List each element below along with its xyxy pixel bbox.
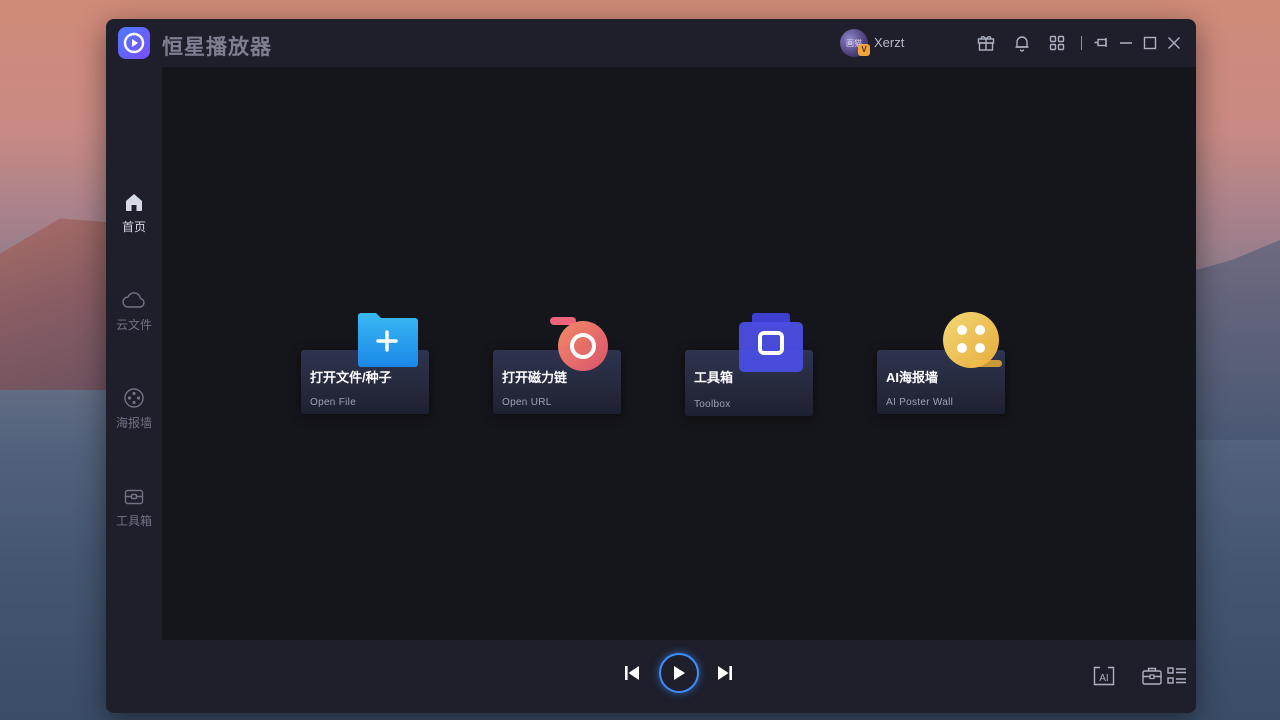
film-reel-icon [943, 312, 1002, 368]
sidebar-item-label: 工具箱 [115, 514, 152, 528]
home-icon [126, 194, 142, 211]
toolbox-icon[interactable] [1141, 665, 1163, 687]
username[interactable]: Xerzt [874, 35, 904, 50]
card-title: 打开文件/种子 [310, 370, 392, 385]
ai-label: AI [1099, 673, 1108, 684]
sidebar-item-label: 海报墙 [115, 416, 152, 430]
sidebar-item-label: 云文件 [115, 318, 152, 332]
card-subtitle: Open File [310, 397, 357, 408]
sidebar-item-toolbox[interactable]: 工具箱 [106, 485, 162, 545]
toolbox-icon [739, 313, 803, 372]
cloud-icon [122, 292, 145, 308]
app-logo-icon [118, 27, 150, 59]
close-icon[interactable] [1164, 33, 1184, 53]
card-title: 工具箱 [694, 370, 734, 385]
gift-icon[interactable] [976, 33, 996, 53]
card-title: AI海报墙 [886, 370, 939, 385]
bell-icon[interactable] [1012, 33, 1032, 53]
film-reel-icon [124, 388, 144, 408]
minimize-icon[interactable] [1116, 33, 1136, 53]
maximize-icon[interactable] [1140, 33, 1160, 53]
folder-add-icon [358, 313, 418, 367]
app-title: 恒星播放器 [162, 36, 272, 59]
play-button[interactable] [659, 653, 699, 693]
pin-icon[interactable] [1092, 33, 1112, 53]
card-subtitle: Toolbox [694, 399, 731, 410]
apps-grid-icon[interactable] [1047, 33, 1067, 53]
play-icon [674, 666, 685, 680]
skip-previous-icon[interactable] [624, 664, 640, 682]
player-bar: AI [162, 640, 1196, 713]
card-subtitle: AI Poster Wall [886, 397, 954, 408]
sidebar-item-poster-wall[interactable]: 海报墙 [106, 387, 162, 447]
toolbox-icon [124, 489, 144, 505]
app-window: 恒星播放器 画猫 V Xerzt 首页 云文件 海报墙 工具箱 打开文件/种子 … [106, 19, 1196, 713]
vip-badge: V [858, 44, 870, 56]
sidebar-item-label: 首页 [121, 220, 146, 234]
sidebar-item-cloud[interactable]: 云文件 [106, 289, 162, 349]
card-subtitle: Open URL [502, 397, 552, 408]
title-bar: 恒星播放器 画猫 V Xerzt [106, 19, 1196, 67]
magnet-link-icon [550, 317, 608, 371]
ai-subtitle-icon[interactable]: AI [1092, 665, 1116, 687]
titlebar-separator [1081, 36, 1082, 50]
skip-next-icon[interactable] [717, 664, 733, 682]
sidebar: 首页 云文件 海报墙 工具箱 [106, 67, 162, 713]
sidebar-item-home[interactable]: 首页 [106, 191, 162, 251]
main-content: 打开文件/种子 Open File 打开磁力链 Open URL 工具箱 Too… [162, 67, 1196, 640]
playlist-icon[interactable] [1166, 665, 1188, 687]
